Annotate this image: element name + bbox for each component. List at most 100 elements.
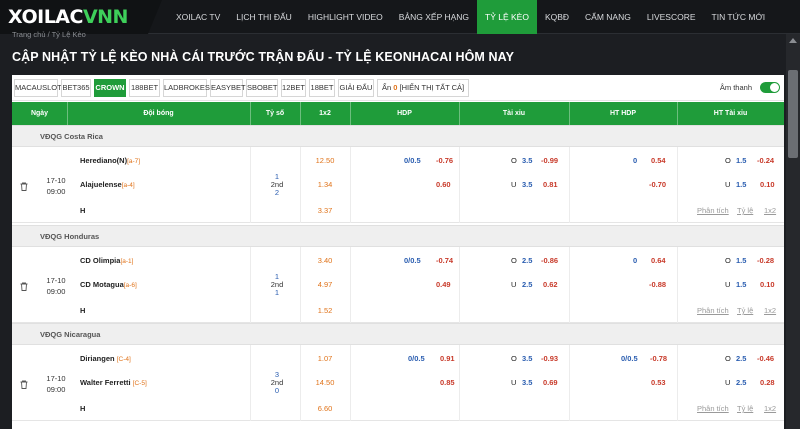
logo-text-white: XOILAC: [8, 6, 83, 28]
hthdp-home-odds[interactable]: -0.78: [650, 354, 667, 363]
ou-over-odds[interactable]: -0.93: [541, 354, 558, 363]
htou-over-label: O: [725, 354, 731, 363]
bookmaker-tab-sbobet[interactable]: SBOBET: [246, 79, 278, 97]
ou-line: 3.5: [522, 156, 533, 165]
site-logo[interactable]: XOILACVNN: [8, 6, 128, 28]
bookmaker-tab-bet365[interactable]: BET365: [61, 79, 91, 97]
htou-line: 1.5: [736, 256, 747, 265]
htou-over-odds[interactable]: -0.24: [757, 156, 774, 165]
analysis-link[interactable]: Phân tích: [697, 306, 729, 315]
htou-under-odds[interactable]: 0.10: [760, 280, 775, 289]
hdp-home-odds[interactable]: -0.74: [436, 256, 453, 265]
ou-under-odds[interactable]: 0.81: [543, 180, 558, 189]
home-team[interactable]: Diriangen [C-4]: [80, 354, 131, 363]
bookmaker-tab-macauslot[interactable]: MACAUSLOT: [14, 79, 62, 97]
hthdp-home-odds[interactable]: 0.54: [651, 156, 666, 165]
odds-1x2-draw[interactable]: 6.60: [314, 404, 336, 413]
ou-over-odds[interactable]: -0.99: [541, 156, 558, 165]
htou-under-label: U: [725, 378, 731, 387]
hthdp-home-odds[interactable]: 0.64: [651, 256, 666, 265]
breadcrumb[interactable]: Trang chủ / Tỷ Lệ Kèo: [12, 30, 86, 39]
bookmaker-tab-crown[interactable]: CROWN: [94, 79, 126, 97]
nav-item-news[interactable]: TIN TỨC MỚI: [704, 0, 774, 34]
col-over-under: Tài xỉu: [502, 110, 526, 117]
htou-over-odds[interactable]: -0.28: [757, 256, 774, 265]
odds-1x2-away[interactable]: 14.50: [314, 378, 336, 387]
hthdp-away-odds[interactable]: -0.88: [649, 280, 666, 289]
bookmaker-tab-leagues[interactable]: GIẢI ĐẤU: [338, 79, 374, 97]
analysis-link[interactable]: Phân tích: [697, 404, 729, 413]
home-team[interactable]: CD Olimpia[a-1]: [80, 256, 133, 265]
sound-toggle[interactable]: [760, 82, 780, 93]
nav-item-schedule[interactable]: LỊCH THI ĐẤU: [228, 0, 300, 34]
trash-icon[interactable]: [20, 282, 28, 291]
sound-label: Âm thanh: [719, 83, 752, 92]
ou-line-under: 3.5: [522, 378, 533, 387]
col-teams: Đội bóng: [143, 110, 174, 117]
main-nav: XOILAC TV LỊCH THI ĐẤU HIGHLIGHT VIDEO B…: [168, 0, 773, 34]
ou-under-odds[interactable]: 0.62: [543, 280, 558, 289]
x12-link[interactable]: 1x2: [764, 306, 776, 315]
htou-line: 2.5: [736, 354, 747, 363]
odds-link[interactable]: Tỷ lệ: [737, 306, 753, 315]
away-team[interactable]: CD Motagua[a-6]: [80, 280, 137, 289]
hthdp-away-odds[interactable]: -0.70: [649, 180, 666, 189]
league-name: VĐQG Nicaragua: [40, 330, 101, 339]
hidden-matches-control[interactable]: Ẩn 0 [HIỂN THỊ TẤT CẢ]: [377, 79, 470, 97]
hthdp-away-odds[interactable]: 0.53: [651, 378, 666, 387]
htou-over-odds[interactable]: -0.46: [757, 354, 774, 363]
x12-link[interactable]: 1x2: [764, 206, 776, 215]
hdp-away-odds[interactable]: 0.49: [436, 280, 451, 289]
odds-1x2-home[interactable]: 3.40: [314, 256, 336, 265]
away-team[interactable]: Walter Ferretti [C-5]: [80, 378, 147, 387]
hdp-home-odds[interactable]: -0.76: [436, 156, 453, 165]
ou-under-odds[interactable]: 0.69: [543, 378, 558, 387]
odds-link[interactable]: Tỷ lệ: [737, 206, 753, 215]
hdp-away-odds[interactable]: 0.85: [440, 378, 455, 387]
hdp-away-odds[interactable]: 0.60: [436, 180, 451, 189]
nav-item-standings[interactable]: BẢNG XẾP HẠNG: [391, 0, 477, 34]
logo-container[interactable]: XOILACVNN: [0, 0, 162, 34]
col-1x2: 1x2: [319, 110, 331, 117]
nav-item-guide[interactable]: CẨM NANG: [577, 0, 639, 34]
page-title: CẬP NHẬT TỶ LỆ KÈO NHÀ CÁI TRƯỚC TRẬN ĐẤ…: [12, 50, 515, 64]
htou-under-odds[interactable]: 0.28: [760, 378, 775, 387]
ou-over-label: O: [511, 156, 517, 165]
match-block: 17-10 09:00 Diriangen [C-4] Walter Ferre…: [12, 345, 784, 421]
nav-item-odds[interactable]: TỶ LỆ KÈO: [477, 0, 537, 34]
odds-1x2-away[interactable]: 1.34: [314, 180, 336, 189]
site-header: XOILACVNN XOILAC TV LỊCH THI ĐẤU HIGHLIG…: [0, 0, 800, 34]
match-date: 17-10: [46, 276, 66, 285]
scrollbar-thumb[interactable]: [788, 70, 798, 158]
draw-label: H: [80, 206, 86, 215]
bookmaker-tab-easybet[interactable]: EASYBET: [210, 79, 246, 97]
hdp-home-odds[interactable]: 0.91: [440, 354, 455, 363]
analysis-link[interactable]: Phân tích: [697, 206, 729, 215]
htou-line-under: 1.5: [736, 280, 747, 289]
nav-item-xoilac-tv[interactable]: XOILAC TV: [168, 0, 228, 34]
odds-1x2-draw[interactable]: 1.52: [314, 306, 336, 315]
x12-link[interactable]: 1x2: [764, 404, 776, 413]
trash-icon[interactable]: [20, 182, 28, 191]
home-team[interactable]: Herediano(N)[a-7]: [80, 156, 140, 165]
bookmaker-tab-ladbrokes[interactable]: LADBROKES: [163, 79, 210, 97]
htou-under-label: U: [725, 180, 731, 189]
scroll-up-arrow-icon[interactable]: [789, 38, 797, 43]
bookmaker-tab-188bet[interactable]: 188BET: [129, 79, 160, 97]
htou-under-odds[interactable]: 0.10: [760, 180, 775, 189]
bookmaker-tab-12bet[interactable]: 12BET: [281, 79, 306, 97]
odds-1x2-away[interactable]: 4.97: [314, 280, 336, 289]
nav-item-highlight[interactable]: HIGHLIGHT VIDEO: [300, 0, 391, 34]
hidden-count: 0: [393, 83, 398, 92]
bookmaker-tab-18bet[interactable]: 18BET: [309, 79, 335, 97]
trash-icon[interactable]: [20, 380, 28, 389]
odds-1x2-home[interactable]: 12.50: [314, 156, 336, 165]
nav-item-results[interactable]: KQBĐ: [537, 0, 577, 34]
nav-item-livescore[interactable]: LIVESCORE: [639, 0, 704, 34]
odds-1x2-draw[interactable]: 3.37: [314, 206, 336, 215]
odds-1x2-home[interactable]: 1.07: [314, 354, 336, 363]
show-all-link[interactable]: [HIỂN THỊ TẤT CẢ]: [400, 83, 465, 92]
odds-link[interactable]: Tỷ lệ: [737, 404, 753, 413]
away-team[interactable]: Alajuelense[a-4]: [80, 180, 135, 189]
ou-over-odds[interactable]: -0.86: [541, 256, 558, 265]
